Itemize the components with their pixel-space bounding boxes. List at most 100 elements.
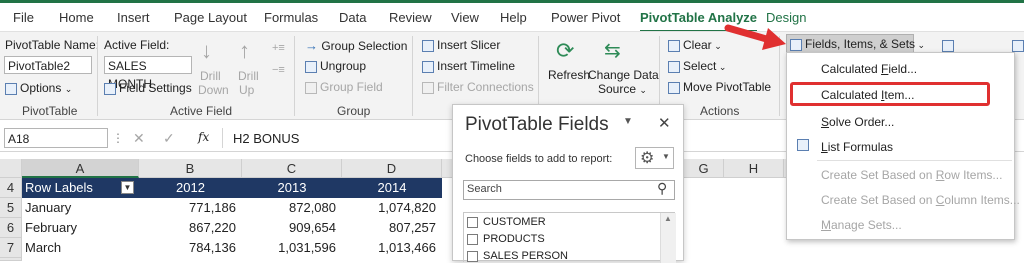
table-cell[interactable]: 1,074,820 xyxy=(342,198,442,218)
tab-insert[interactable]: Insert xyxy=(117,10,150,25)
formula-content[interactable]: H2 BONUS xyxy=(233,131,299,146)
pane-options-chevron-icon[interactable]: ▼ xyxy=(623,116,633,127)
insert-slicer-button[interactable]: Insert Slicer xyxy=(422,38,500,52)
options-button[interactable]: Options ⌄ xyxy=(5,81,72,95)
tab-page-layout[interactable]: Page Layout xyxy=(174,10,247,25)
column-header-d[interactable]: D xyxy=(342,159,442,178)
close-icon[interactable]: ✕ xyxy=(658,114,671,132)
refresh-icon: ⟳ xyxy=(556,38,575,63)
field-label: PRODUCTS xyxy=(483,233,545,245)
row-header[interactable]: 4 xyxy=(0,178,22,198)
clear-button[interactable]: Clear ⌄ xyxy=(668,38,722,52)
checkbox[interactable] xyxy=(467,216,478,228)
header-cell[interactable]: 2013 xyxy=(242,178,342,198)
table-cell[interactable]: 807,257 xyxy=(342,218,442,238)
insert-function-icon[interactable]: fx xyxy=(198,130,209,144)
collapse-field-icon[interactable]: −≡ xyxy=(272,64,285,76)
menu-item-calculated-field[interactable]: Calculated Field... xyxy=(821,62,917,76)
cancel-icon[interactable]: ✕ xyxy=(133,130,145,147)
filter-dropdown-icon[interactable]: ▼ xyxy=(121,181,134,194)
select-all-corner[interactable] xyxy=(0,159,22,178)
tab-view[interactable]: View xyxy=(451,10,479,25)
menu-item-solve-order[interactable]: Solve Order... xyxy=(821,115,894,129)
filter-connections-label: Filter Connections xyxy=(437,80,534,94)
group-selection-label: Group Selection xyxy=(321,39,408,53)
olap-tools-icon[interactable] xyxy=(942,38,957,52)
column-header-g[interactable]: G xyxy=(684,159,724,178)
select-button[interactable]: Select ⌄ xyxy=(668,59,726,73)
table-cell[interactable]: 1,031,596 xyxy=(242,238,342,258)
pane-settings-button[interactable]: ⚙ ▼ xyxy=(635,147,674,169)
row-header[interactable]: 6 xyxy=(0,218,22,238)
field-item-products[interactable]: PRODUCTS xyxy=(467,233,545,245)
table-cell[interactable]: February xyxy=(25,218,139,238)
scroll-up-icon[interactable]: ▲ xyxy=(664,214,672,223)
column-header-a[interactable]: A xyxy=(22,159,139,178)
menu-separator xyxy=(817,160,1012,161)
fields-items-sets-button[interactable]: Fields, Items, & Sets ⌄ xyxy=(786,34,925,53)
move-pivottable-icon xyxy=(668,81,680,94)
tab-file[interactable]: File xyxy=(13,10,34,25)
menu-item-create-set-columns[interactable]: Create Set Based on Column Items... xyxy=(821,193,1020,207)
tab-formulas[interactable]: Formulas xyxy=(264,10,318,25)
menu-item-manage-sets[interactable]: Manage Sets... xyxy=(821,218,902,232)
table-cell[interactable]: March xyxy=(25,238,139,258)
enter-icon[interactable]: ✓ xyxy=(163,130,175,147)
checkbox[interactable] xyxy=(467,250,478,262)
refresh-button[interactable]: Refresh xyxy=(548,68,590,82)
header-cell[interactable]: 2014 xyxy=(342,178,442,198)
table-cell[interactable]: 771,186 xyxy=(139,198,242,218)
insert-timeline-button[interactable]: Insert Timeline xyxy=(422,59,515,73)
column-header-b[interactable]: B xyxy=(139,159,242,178)
table-cell[interactable]: 784,136 xyxy=(139,238,242,258)
menu-item-create-set-rows[interactable]: Create Set Based on Row Items... xyxy=(821,168,1002,182)
pivottable-name-input[interactable]: PivotTable2 xyxy=(4,56,92,74)
tab-review[interactable]: Review xyxy=(389,10,432,25)
checkbox[interactable] xyxy=(467,233,478,245)
field-search-input[interactable]: Search ⚲ xyxy=(463,180,675,200)
field-item-customer[interactable]: CUSTOMER xyxy=(467,216,546,228)
tab-data[interactable]: Data xyxy=(339,10,366,25)
table-cell[interactable]: 867,220 xyxy=(139,218,242,238)
column-header-h[interactable]: H xyxy=(724,159,784,178)
move-pivottable-button[interactable]: Move PivotTable xyxy=(668,80,771,94)
tab-power-pivot[interactable]: Power Pivot xyxy=(551,10,620,25)
menu-text: Create Set Based on xyxy=(821,193,936,207)
relationships-icon[interactable] xyxy=(1012,38,1024,52)
header-cell[interactable]: 2012 xyxy=(139,178,242,198)
name-box[interactable]: A18 xyxy=(4,128,108,148)
column-header-c[interactable]: C xyxy=(242,159,342,178)
menu-text: anage Sets... xyxy=(831,218,902,232)
row-header[interactable]: 5 xyxy=(0,198,22,218)
group-field-button[interactable]: Group Field xyxy=(305,80,383,94)
filter-connections-button[interactable]: Filter Connections xyxy=(422,80,534,94)
table-cell[interactable]: January xyxy=(25,198,139,218)
change-data-source-button[interactable]: Change Data xyxy=(588,68,659,82)
tab-help[interactable]: Help xyxy=(500,10,527,25)
name-box-menu-icon[interactable]: ⋮ xyxy=(112,131,124,145)
drill-up-icon: ↑ xyxy=(239,38,250,63)
table-cell[interactable]: 872,080 xyxy=(242,198,342,218)
menu-item-list-formulas[interactable]: List Formulas xyxy=(821,140,893,154)
search-placeholder: Search xyxy=(467,183,502,195)
drill-down-button[interactable]: Down xyxy=(198,83,229,97)
table-cell[interactable]: 909,654 xyxy=(242,218,342,238)
field-settings-button[interactable]: Field Settings xyxy=(104,81,192,95)
options-label: Options xyxy=(20,81,62,95)
active-field-input[interactable]: SALES MONTH xyxy=(104,56,192,91)
drill-up-button[interactable]: Up xyxy=(239,83,254,97)
divider xyxy=(97,36,98,116)
table-cell[interactable]: 1,013,466 xyxy=(342,238,442,258)
group-selection-button[interactable]: → Group Selection xyxy=(305,38,407,53)
row-header[interactable]: 7 xyxy=(0,238,22,258)
scrollbar[interactable]: ▲ xyxy=(660,213,676,263)
header-cell-row-labels[interactable]: Row Labels ▼ xyxy=(22,178,139,198)
change-data-source-icon: ⇆ xyxy=(604,40,621,62)
field-label: SALES PERSON xyxy=(483,250,568,262)
ungroup-button[interactable]: Ungroup xyxy=(305,59,366,73)
menu-item-calculated-item[interactable]: Calculated Item... xyxy=(821,88,914,102)
expand-field-icon[interactable]: +≡ xyxy=(272,42,285,54)
field-item-sales-person[interactable]: SALES PERSON xyxy=(467,250,568,262)
choose-fields-label: Choose fields to add to report: xyxy=(465,153,613,165)
tab-home[interactable]: Home xyxy=(59,10,94,25)
